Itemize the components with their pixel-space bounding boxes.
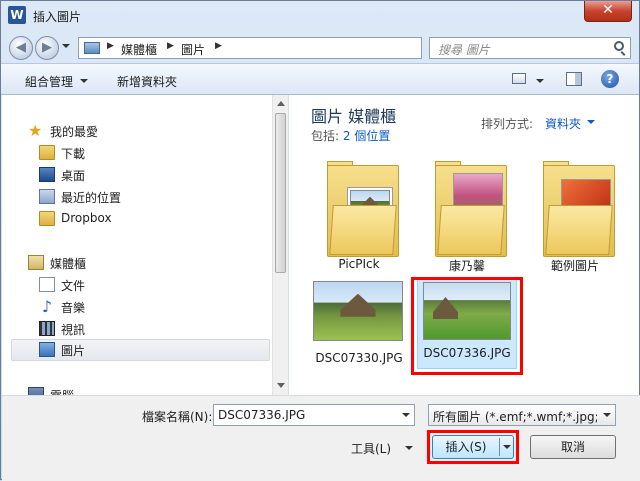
new-folder-button[interactable]: 新增資料夾 <box>117 73 177 90</box>
file-type-select[interactable]: 所有圖片 (*.emf;*.wmf;*.jpg;*.j <box>428 404 616 426</box>
scrollbar-thumb[interactable] <box>275 113 286 273</box>
folder-icon <box>39 211 55 226</box>
file-list: 圖片 媒體櫃 包括: 2 個位置 排列方式: 資料夾 PicPIck 康乃馨 範… <box>289 95 639 395</box>
recent-places-icon <box>39 189 55 204</box>
sidebar-item-label: 電腦 <box>50 387 74 395</box>
command-bar: 組合管理 新增資料夾 ? <box>1 63 639 95</box>
sidebar-item-music[interactable]: ♪ 音樂 <box>2 297 270 317</box>
music-icon: ♪ <box>41 297 53 316</box>
sidebar-item-label: 下載 <box>61 147 86 161</box>
search-box[interactable]: 搜尋 圖片 <box>429 37 631 59</box>
organize-button[interactable]: 組合管理 <box>25 73 73 90</box>
view-options-dropdown[interactable] <box>536 79 544 83</box>
chevron-down-icon[interactable] <box>587 120 595 124</box>
folder-item-picpick[interactable]: PicPIck <box>307 157 411 275</box>
sidebar-item-label: 視訊 <box>61 323 86 337</box>
arrange-by-label: 排列方式: <box>481 117 534 131</box>
star-icon: ★ <box>28 121 43 140</box>
sidebar-item-dropbox[interactable]: Dropbox <box>2 209 270 229</box>
sidebar-item-label: 我的最愛 <box>50 125 99 139</box>
navigation-bar: ◀ ▶ ▶ 媒體櫃 ▶ 圖片 ▶ ⇆ 搜尋 圖片 <box>1 31 639 63</box>
desktop-icon <box>39 167 55 182</box>
folder-item-sample-pictures[interactable]: 範例圖片 <box>523 157 627 275</box>
chevron-down-icon[interactable] <box>603 413 611 417</box>
chevron-right-icon[interactable]: ▶ <box>167 41 174 51</box>
filename-input[interactable]: DSC07336.JPG <box>213 404 415 426</box>
image-item-dsc07330[interactable]: DSC07330.JPG <box>307 275 411 393</box>
breadcrumb-pictures[interactable]: 圖片 <box>181 41 205 58</box>
filename-value: DSC07336.JPG <box>218 408 306 422</box>
libraries-icon <box>28 255 44 270</box>
preview-pane-icon[interactable] <box>566 72 582 86</box>
sidebar-item-label: 最近的位置 <box>61 191 122 205</box>
navigation-pane: ★ 我的最愛 下載 桌面 最近的位置 Dropbox 媒體櫃 文件 ♪ 音樂 視… <box>2 95 289 395</box>
library-includes: 包括: 2 個位置 <box>311 127 390 144</box>
close-button[interactable]: ✕ <box>584 1 632 22</box>
chevron-down-icon[interactable] <box>405 446 413 450</box>
title-bar: W 插入圖片 ✕ <box>1 1 639 31</box>
sidebar-item-recent-places[interactable]: 最近的位置 <box>2 187 270 207</box>
breadcrumb-libraries[interactable]: 媒體櫃 <box>121 41 157 58</box>
pictures-icon <box>39 342 55 357</box>
item-label: PicPIck <box>338 257 380 271</box>
forward-button[interactable]: ▶ <box>35 36 59 60</box>
video-icon <box>39 321 55 336</box>
sidebar-item-desktop[interactable]: 桌面 <box>2 165 270 185</box>
scroll-down-arrow-icon[interactable] <box>277 383 285 388</box>
item-label: 康乃馨 <box>448 259 485 273</box>
sidebar-item-label: 音樂 <box>61 301 86 315</box>
address-bar[interactable]: ▶ 媒體櫃 ▶ 圖片 ▶ ⇆ <box>78 37 492 59</box>
chevron-right-icon[interactable]: ▶ <box>107 41 114 51</box>
word-app-icon: W <box>8 6 26 24</box>
sidebar-item-computer[interactable]: 電腦 <box>2 385 270 395</box>
sidebar-item-label: Dropbox <box>61 211 112 225</box>
change-view-icon[interactable] <box>512 73 526 84</box>
sidebar-item-label: 媒體櫃 <box>50 257 87 271</box>
insert-button-highlight <box>427 430 519 464</box>
locations-link[interactable]: 2 個位置 <box>343 129 390 143</box>
sidebar-item-favorites[interactable]: ★ 我的最愛 <box>2 121 270 141</box>
folder-icon <box>435 161 507 257</box>
help-icon[interactable]: ? <box>601 70 619 88</box>
sidebar-scrollbar[interactable] <box>272 95 288 395</box>
image-thumbnail <box>313 281 403 341</box>
filename-label: 檔案名稱(N): <box>142 410 213 424</box>
window-title: 插入圖片 <box>33 10 82 24</box>
folder-item-carnation[interactable]: 康乃馨 <box>415 157 519 275</box>
chevron-right-icon[interactable]: ▶ <box>215 41 222 51</box>
library-title: 圖片 媒體櫃 <box>311 107 397 126</box>
file-type-value: 所有圖片 (*.emf;*.wmf;*.jpg;*.j <box>433 410 597 424</box>
insert-picture-dialog: W 插入圖片 ✕ ◀ ▶ ▶ 媒體櫃 ▶ 圖片 ▶ ⇆ 搜尋 圖片 組合管理 新… <box>0 0 640 481</box>
search-input[interactable]: 搜尋 圖片 <box>438 41 490 58</box>
downloads-folder-icon <box>39 145 55 160</box>
back-button[interactable]: ◀ <box>9 36 33 60</box>
folder-icon <box>327 161 399 257</box>
tools-button[interactable]: 工具(L) <box>351 440 391 457</box>
scroll-up-arrow-icon[interactable] <box>277 101 285 106</box>
folder-icon <box>543 161 615 257</box>
library-icon <box>84 42 100 54</box>
chevron-down-icon[interactable] <box>80 79 88 83</box>
cancel-button[interactable]: 取消 <box>530 435 616 459</box>
sidebar-item-label: 文件 <box>61 279 86 293</box>
arrange-by-value[interactable]: 資料夾 <box>545 115 581 132</box>
sidebar-item-downloads[interactable]: 下載 <box>2 143 270 163</box>
item-label: 範例圖片 <box>550 259 599 273</box>
selected-item-highlight <box>411 277 523 375</box>
sidebar-item-libraries[interactable]: 媒體櫃 <box>2 253 270 273</box>
sidebar-item-label: 圖片 <box>61 344 86 358</box>
includes-label: 包括: <box>311 129 340 143</box>
item-label: DSC07330.JPG <box>315 351 403 365</box>
sidebar-item-videos[interactable]: 視訊 <box>2 319 270 339</box>
sidebar-item-documents[interactable]: 文件 <box>2 275 270 295</box>
chevron-down-icon[interactable] <box>402 413 410 417</box>
documents-icon <box>39 277 55 292</box>
sidebar-item-pictures[interactable]: 圖片 <box>11 339 270 361</box>
sidebar-item-label: 桌面 <box>61 169 86 183</box>
computer-icon <box>28 387 44 395</box>
recent-pages-dropdown[interactable] <box>62 44 70 48</box>
search-icon <box>614 41 624 51</box>
dialog-footer: 檔案名稱(N): DSC07336.JPG 所有圖片 (*.emf;*.wmf;… <box>2 395 640 481</box>
